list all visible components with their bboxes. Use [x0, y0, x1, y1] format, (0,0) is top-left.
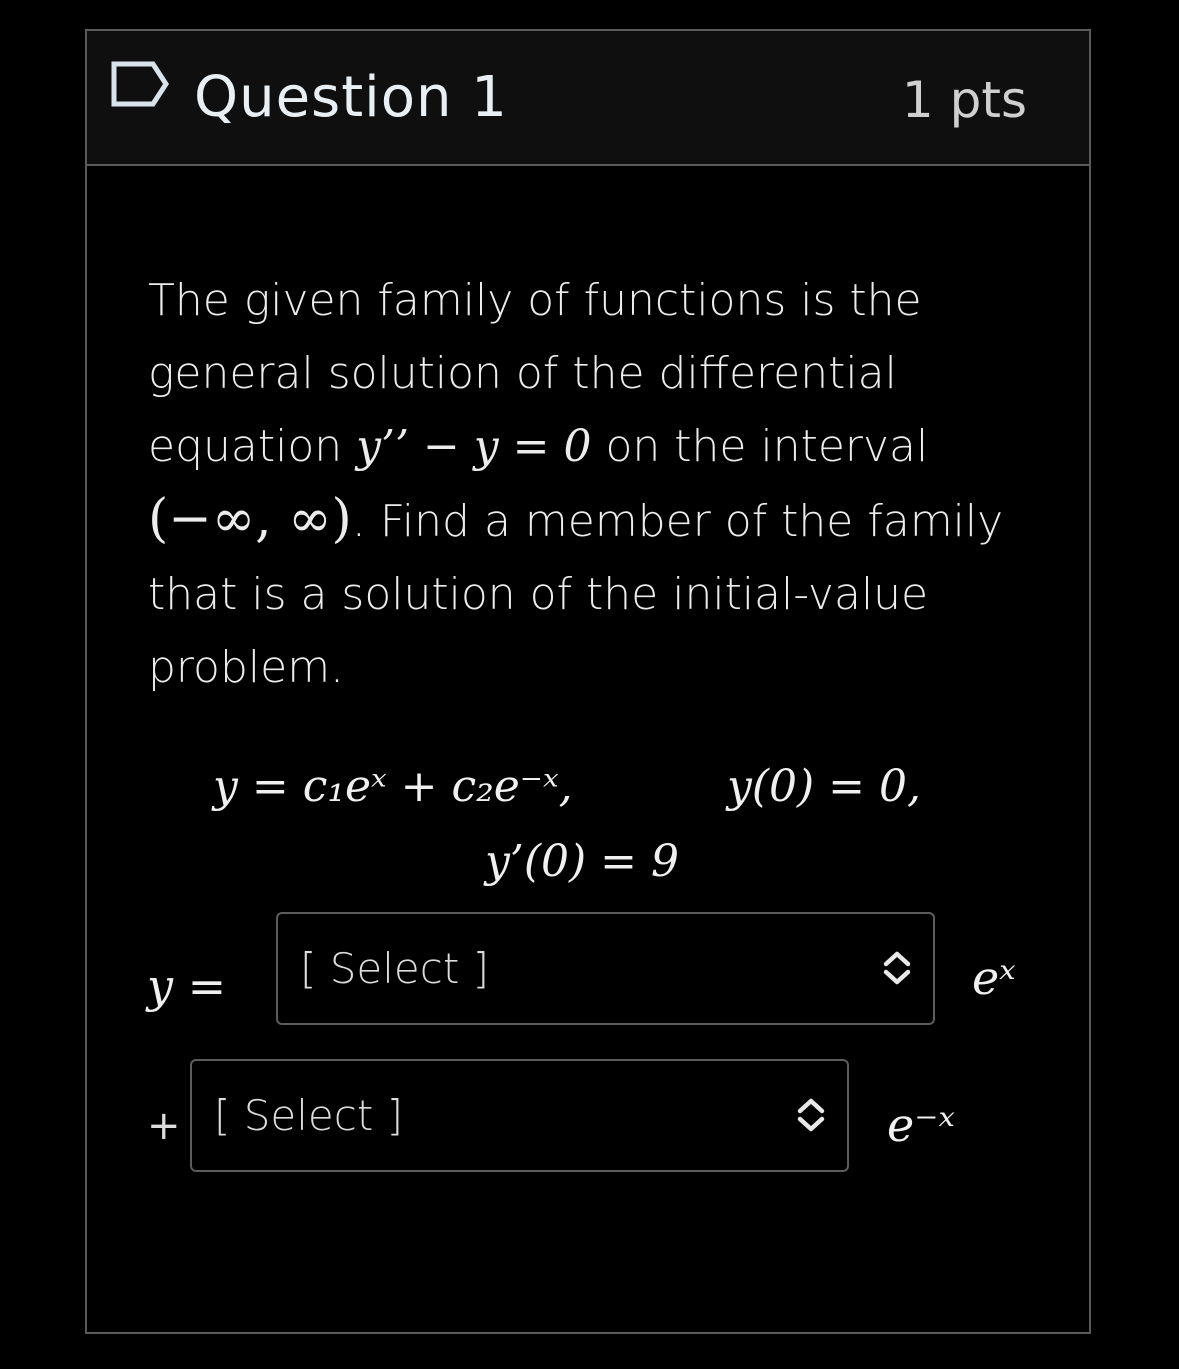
chevron-updown-icon — [883, 951, 911, 985]
coefficient-2-select[interactable]: [ Select ] — [190, 1059, 849, 1172]
coefficient-1-select[interactable]: [ Select ] — [276, 912, 935, 1025]
term-e-x: eˣ — [972, 951, 1016, 1005]
question-title: Question 1 — [194, 65, 508, 130]
interval-expression: (−∞, ∞) — [148, 489, 352, 549]
select-value: [ Select ] — [214, 1091, 404, 1140]
question-points: 1 pts — [901, 71, 1027, 129]
question-text-part2: on the interval — [591, 421, 929, 472]
question-header: Question 1 1 pts — [87, 31, 1089, 166]
problem-equations: y = c₁eˣ + c₂e⁻ˣ, y(0) = 0, y’(0) = 9 — [87, 761, 1089, 911]
initial-condition-2: y’(0) = 9 — [485, 836, 680, 887]
question-card: Question 1 1 pts The given family of fun… — [85, 29, 1091, 1334]
family-equation: y = c₁eˣ + c₂e⁻ˣ, — [213, 761, 573, 812]
answer-lhs: y = — [147, 959, 227, 1013]
ode-expression: y’’ − y = 0 — [356, 421, 592, 472]
term-e-minus-x: e⁻ˣ — [887, 1098, 955, 1152]
select-value: [ Select ] — [300, 944, 490, 993]
plus-sign: + — [147, 1103, 181, 1149]
initial-condition-1: y(0) = 0, — [727, 761, 922, 812]
flag-outline-icon[interactable] — [111, 61, 169, 107]
chevron-updown-icon — [797, 1098, 825, 1132]
question-text: The given family of functions is the gen… — [148, 264, 1028, 704]
